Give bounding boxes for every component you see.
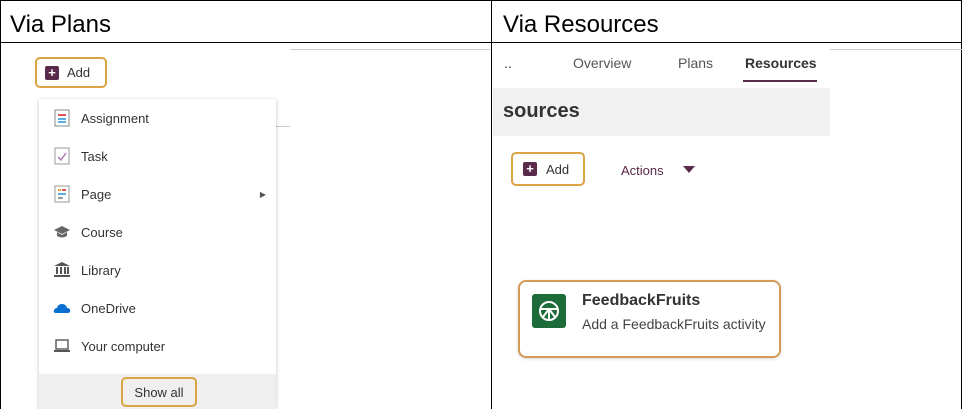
plans-top-divider	[290, 49, 490, 50]
onedrive-icon	[53, 299, 71, 317]
plans-add-label: Add	[67, 65, 91, 80]
plus-icon: +	[45, 65, 59, 80]
header-via-plans: Via Plans	[10, 11, 111, 38]
header-via-resources: Via Resources	[503, 11, 659, 38]
computer-icon	[53, 337, 71, 355]
actions-button[interactable]: Actions	[621, 163, 664, 178]
menu-item-label: OneDrive	[81, 300, 136, 316]
menu-item-label: Course	[81, 224, 123, 240]
library-icon	[53, 261, 71, 279]
course-icon	[53, 223, 71, 241]
actions-dropdown-icon[interactable]	[683, 166, 695, 173]
plans-add-button[interactable]: + Add	[35, 57, 107, 88]
page-icon	[53, 185, 71, 203]
active-tab-underline	[743, 80, 817, 82]
menu-item-onedrive[interactable]: OneDrive	[39, 289, 276, 327]
tab-overview[interactable]: Overview	[573, 55, 631, 71]
menu-item-assignment[interactable]: Assignment	[39, 99, 276, 137]
task-icon	[53, 147, 71, 165]
show-all-row: Show all	[39, 374, 276, 409]
feedbackfruits-subtitle: Add a FeedbackFruits activity	[582, 316, 766, 332]
show-all-button[interactable]: Show all	[121, 377, 197, 407]
feedbackfruits-title: FeedbackFruits	[582, 292, 701, 309]
resources-top-divider	[830, 49, 962, 50]
feedbackfruits-logo-icon	[532, 294, 566, 328]
table-right-border	[961, 0, 962, 409]
add-menu: Assignment Task Page ▶ Course Library On…	[39, 99, 276, 409]
menu-item-label: Page	[81, 186, 112, 202]
resources-add-button[interactable]: + Add	[511, 152, 585, 186]
tab-overflow[interactable]: ..	[504, 55, 512, 71]
menu-item-course[interactable]: Course	[39, 213, 276, 251]
assignment-icon	[53, 109, 71, 127]
tab-plans[interactable]: Plans	[678, 55, 713, 71]
column-divider	[491, 0, 492, 409]
menu-item-library[interactable]: Library	[39, 251, 276, 289]
resources-add-label: Add	[546, 161, 570, 177]
menu-item-your-computer[interactable]: Your computer	[39, 327, 276, 365]
submenu-arrow-icon: ▶	[259, 189, 266, 199]
resources-banner: sources	[493, 88, 830, 136]
menu-item-task[interactable]: Task	[39, 137, 276, 175]
plus-icon: +	[523, 162, 537, 176]
page-title: sources	[503, 100, 580, 122]
menu-item-label: Assignment	[81, 110, 149, 126]
menu-item-label: Task	[81, 148, 108, 164]
menu-item-page[interactable]: Page ▶	[39, 175, 276, 213]
header-row-divider	[0, 42, 962, 43]
feedbackfruits-card[interactable]: FeedbackFruits Add a FeedbackFruits acti…	[518, 280, 781, 358]
tab-resources[interactable]: Resources	[745, 55, 817, 71]
menu-item-label: Your computer	[81, 338, 166, 354]
menu-item-label: Library	[81, 262, 121, 278]
